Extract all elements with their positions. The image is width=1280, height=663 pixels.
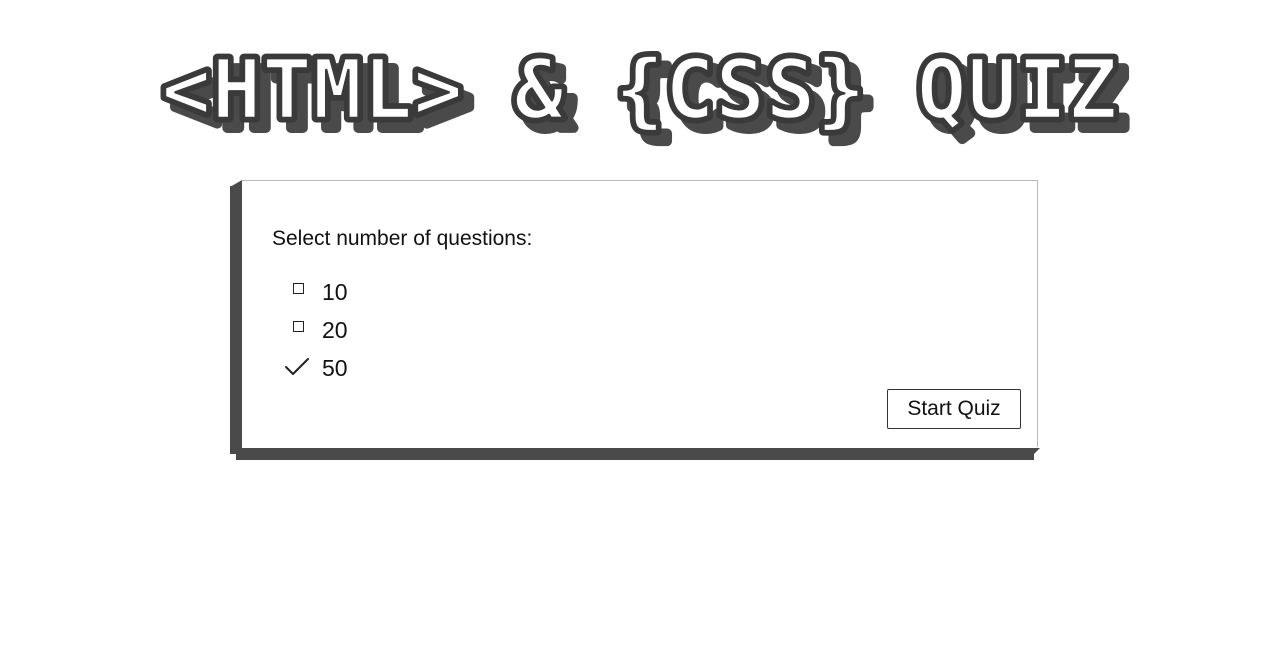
- title-graphic: <HTML> & {CSS} QUIZ <HTML> & {CSS} QUIZ …: [157, 40, 1133, 150]
- option-10[interactable]: 10: [284, 273, 348, 311]
- card-shadow-bottom: [236, 448, 1034, 460]
- question-count-options: 10 20 50: [284, 273, 348, 387]
- option-label: 20: [322, 316, 348, 343]
- quiz-setup-card: Select number of questions: 10 20 50 Sta…: [230, 180, 1040, 460]
- option-label: 50: [322, 354, 348, 381]
- quiz-page: <HTML> & {CSS} QUIZ <HTML> & {CSS} QUIZ …: [0, 0, 1280, 663]
- checkbox-box: [293, 283, 304, 294]
- checkbox-box: [293, 321, 304, 332]
- checkmark-icon[interactable]: [284, 355, 310, 381]
- card-shadow-corner: [1028, 448, 1040, 460]
- question-count-prompt: Select number of questions:: [272, 227, 533, 250]
- square-icon[interactable]: [284, 279, 310, 305]
- option-20[interactable]: 20: [284, 311, 348, 349]
- card-shadow-left: [230, 186, 242, 454]
- card-face: Select number of questions: 10 20 50 Sta…: [242, 180, 1038, 447]
- checkmark-glyph: [285, 358, 309, 375]
- start-quiz-button[interactable]: Start Quiz: [887, 389, 1021, 429]
- page-title: <HTML> & {CSS} QUIZ <HTML> & {CSS} QUIZ …: [0, 40, 1280, 150]
- option-label: 10: [322, 278, 348, 305]
- square-icon[interactable]: [284, 317, 310, 343]
- option-50[interactable]: 50: [284, 349, 348, 387]
- title-inline-text: <HTML> & {CSS} QUIZ: [162, 43, 1119, 138]
